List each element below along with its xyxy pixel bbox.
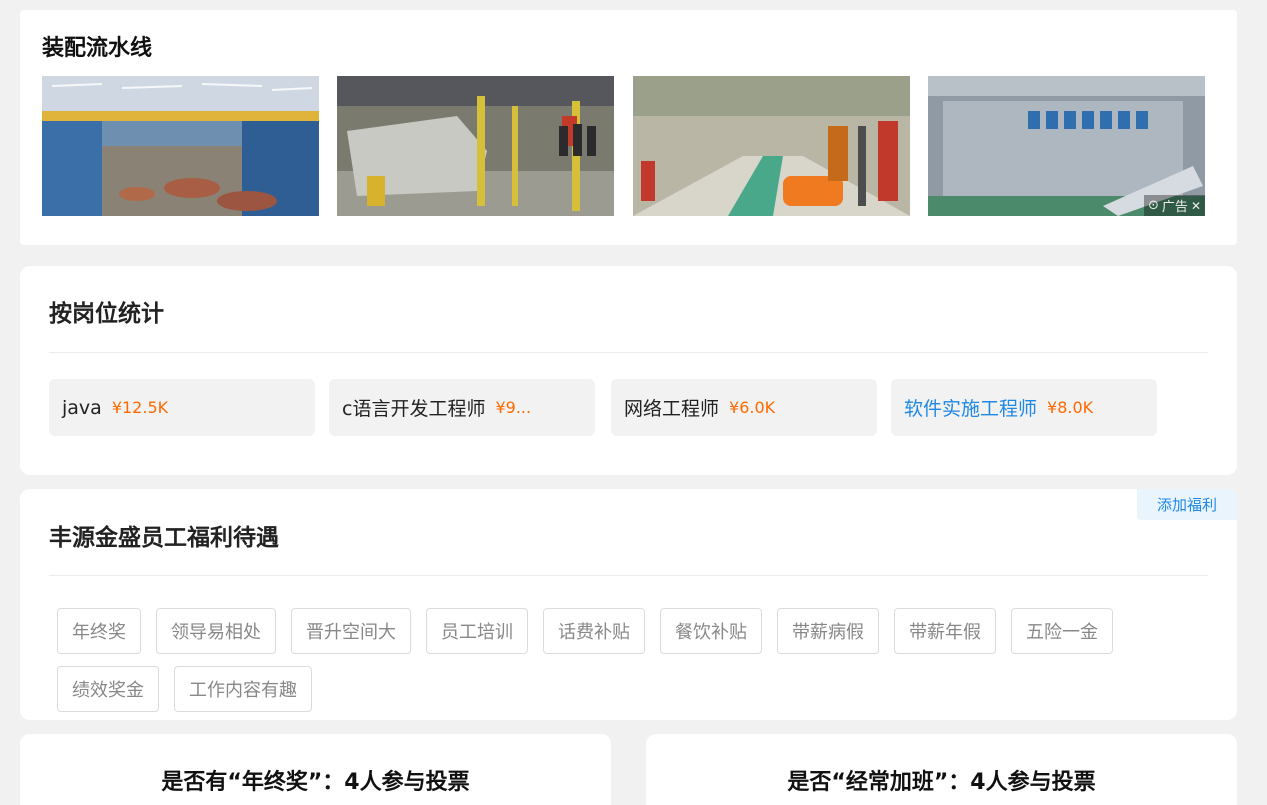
factory-hall-image — [42, 76, 319, 216]
position-salary: ¥12.5K — [111, 398, 169, 417]
ad-label: 广告 — [1161, 200, 1188, 215]
factory-photo-1[interactable] — [42, 76, 319, 216]
welfare-tag[interactable]: 晋升空间大 — [291, 608, 411, 654]
welfare-tag[interactable]: 领导易相处 — [156, 608, 276, 654]
info-icon: ⊙ — [1148, 198, 1159, 213]
welfare-tag[interactable]: 话费补贴 — [543, 608, 645, 654]
assembly-title: 装配流水线 — [42, 36, 153, 61]
ad-badge[interactable]: ⊙ 广告 ✕ — [1144, 195, 1205, 216]
factory-photo-2[interactable] — [337, 76, 614, 216]
assembly-line-card: 装配流水线 ⊙ 广告 ✕ — [20, 10, 1237, 245]
position-salary: ¥6.0K — [729, 398, 776, 417]
welfare-title: 丰源金盛员工福利待遇 — [49, 525, 279, 551]
position-name: c语言开发工程师 — [342, 398, 486, 420]
welfare-tag[interactable]: 绩效奖金 — [57, 666, 159, 712]
welfare-tag[interactable]: 年终奖 — [57, 608, 141, 654]
divider — [49, 352, 1208, 353]
car-assembly-image — [337, 76, 614, 216]
close-icon[interactable]: ✕ — [1191, 199, 1201, 213]
welfare-tag[interactable]: 五险一金 — [1011, 608, 1113, 654]
welfare-tag[interactable]: 餐饮补贴 — [660, 608, 762, 654]
position-name: java — [62, 396, 102, 419]
vote-title: 是否“经常加班”：4人参与投票 — [787, 770, 1096, 795]
welfare-tag[interactable]: 工作内容有趣 — [174, 666, 312, 712]
positions-title: 按岗位统计 — [49, 301, 164, 327]
vote-card-overtime: 是否“经常加班”：4人参与投票 — [646, 734, 1237, 805]
position-chip-implementation-engineer[interactable]: 软件实施工程师 ¥8.0K — [891, 379, 1157, 436]
factory-photo-4[interactable]: ⊙ 广告 ✕ — [928, 76, 1205, 216]
vote-title: 是否有“年终奖”：4人参与投票 — [161, 770, 470, 795]
divider — [49, 575, 1208, 576]
welfare-tag[interactable]: 带薪年假 — [894, 608, 996, 654]
welfare-tag[interactable]: 带薪病假 — [777, 608, 879, 654]
position-salary: ¥9... — [495, 398, 532, 417]
vote-card-year-end-bonus: 是否有“年终奖”：4人参与投票 — [20, 734, 611, 805]
welfare-card: 添加福利 丰源金盛员工福利待遇 年终奖 领导易相处 晋升空间大 员工培训 话费补… — [20, 489, 1237, 720]
position-chip-java[interactable]: java ¥12.5K — [49, 379, 315, 436]
factory-photo-3[interactable] — [633, 76, 910, 216]
position-name: 网络工程师 — [624, 398, 720, 420]
add-welfare-button[interactable]: 添加福利 — [1137, 489, 1237, 520]
position-stats-card: 按岗位统计 java ¥12.5K c语言开发工程师 ¥9... 网络工程师 ¥… — [20, 266, 1237, 475]
position-name: 软件实施工程师 — [904, 398, 1038, 420]
position-salary: ¥8.0K — [1047, 398, 1094, 417]
welfare-tag-list: 年终奖 领导易相处 晋升空间大 员工培训 话费补贴 餐饮补贴 带薪病假 带薪年假… — [57, 608, 1207, 720]
position-chip-network-engineer[interactable]: 网络工程师 ¥6.0K — [611, 379, 877, 436]
position-chip-c-developer[interactable]: c语言开发工程师 ¥9... — [329, 379, 595, 436]
robot-line-image — [633, 76, 910, 216]
welfare-tag[interactable]: 员工培训 — [426, 608, 528, 654]
